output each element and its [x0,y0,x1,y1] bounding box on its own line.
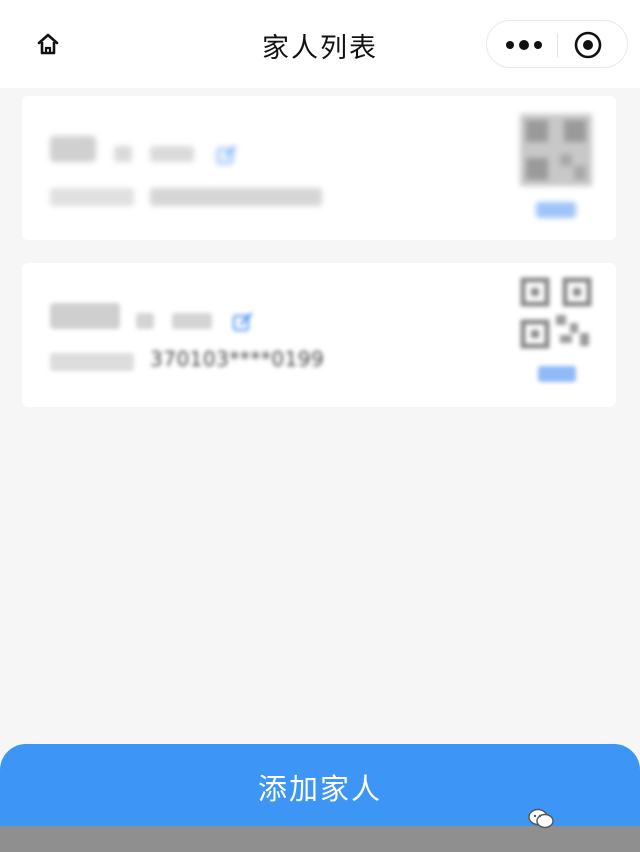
capsule-divider [557,33,558,57]
capsule-close-icon[interactable] [573,30,603,60]
qr-code-icon[interactable] [520,114,592,186]
blurred-age-block [172,313,212,329]
mini-program-capsule [486,20,628,68]
nav-bar: 家人列表 [0,0,640,88]
watermark [528,806,640,832]
blurred-name-block [50,136,96,162]
qr-code-icon[interactable] [520,277,592,349]
family-member-card[interactable] [22,96,616,240]
more-button[interactable] [501,31,547,59]
more-dots-icon [519,40,529,50]
blurred-link-block [538,366,576,382]
blurred-gender-block [114,146,132,162]
edit-icon[interactable] [232,311,254,333]
wechat-icon [528,808,554,829]
blurred-id-label-block [50,188,134,206]
blurred-name-block [50,303,120,329]
more-dots-icon [506,41,514,49]
family-list-screen: 家人列表 370103****0199 添加家人 [0,0,640,852]
blurred-id-number-block [150,188,322,206]
edit-icon[interactable] [216,144,238,166]
more-dots-icon [534,41,542,49]
blurred-link-block [536,202,576,218]
blurred-gender-block [136,313,154,329]
family-member-card[interactable]: 370103****0199 [22,263,616,407]
blurred-id-label-block [50,353,134,371]
blurred-age-block [150,146,194,162]
id-number: 370103****0199 [150,347,325,371]
